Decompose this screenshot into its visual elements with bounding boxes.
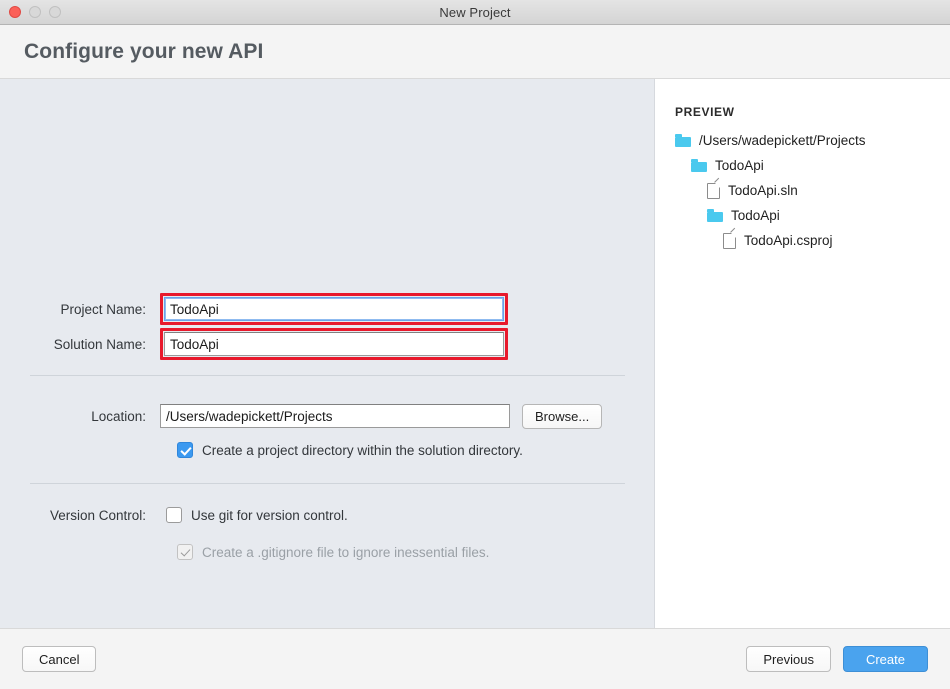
window-title: New Project: [439, 5, 510, 20]
previous-button[interactable]: Previous: [746, 646, 831, 672]
use-git-label: Use git for version control.: [191, 508, 348, 523]
dialog-footer: Cancel Previous Create: [0, 628, 950, 689]
tree-item-label: /Users/wadepickett/Projects: [699, 133, 866, 148]
location-row: Location: Browse...: [20, 401, 602, 431]
create-button[interactable]: Create: [843, 646, 928, 672]
tree-item-label: TodoApi.csproj: [744, 233, 833, 248]
window-titlebar: New Project: [0, 0, 950, 25]
create-project-directory-row[interactable]: Create a project directory within the so…: [177, 442, 523, 458]
close-window-button[interactable]: [9, 6, 21, 18]
form-divider-bottom: [30, 483, 625, 484]
tree-item-sln-file[interactable]: TodoApi.sln: [707, 178, 950, 203]
use-git-checkbox[interactable]: [166, 507, 182, 523]
footer-actions: Previous Create: [746, 646, 928, 672]
gitignore-row: Create a .gitignore file to ignore iness…: [177, 544, 489, 560]
solution-name-input[interactable]: [164, 332, 504, 356]
folder-icon: [675, 134, 691, 147]
configuration-pane: Project Name: Solution Name: Location: B…: [0, 79, 655, 628]
page-title: Configure your new API: [24, 40, 263, 64]
version-control-row: Version Control: Use git for version con…: [20, 507, 348, 523]
tree-item-solution-folder[interactable]: TodoApi: [691, 153, 950, 178]
browse-button[interactable]: Browse...: [522, 404, 602, 429]
form-divider-top: [30, 375, 625, 376]
location-label: Location:: [20, 409, 160, 424]
create-project-directory-label: Create a project directory within the so…: [202, 443, 523, 458]
project-name-label: Project Name:: [20, 302, 160, 317]
tree-item-csproj-file[interactable]: TodoApi.csproj: [723, 228, 950, 253]
folder-icon: [707, 209, 723, 222]
preview-title: PREVIEW: [675, 105, 950, 119]
file-icon: [707, 183, 720, 199]
minimize-window-button[interactable]: [29, 6, 41, 18]
tree-item-projects-root[interactable]: /Users/wadepickett/Projects: [675, 128, 950, 153]
folder-icon: [691, 159, 707, 172]
dialog-header: Configure your new API: [0, 25, 950, 79]
maximize-window-button[interactable]: [49, 6, 61, 18]
tree-item-project-folder[interactable]: TodoApi: [707, 203, 950, 228]
project-name-row: Project Name:: [20, 294, 508, 324]
tree-item-label: TodoApi.sln: [728, 183, 798, 198]
tree-item-label: TodoApi: [715, 158, 764, 173]
solution-name-row: Solution Name:: [20, 329, 508, 359]
project-name-annotation: [160, 293, 508, 325]
window-controls: [9, 0, 61, 24]
create-project-directory-checkbox[interactable]: [177, 442, 193, 458]
gitignore-label: Create a .gitignore file to ignore iness…: [202, 545, 489, 560]
file-icon: [723, 233, 736, 249]
cancel-button[interactable]: Cancel: [22, 646, 96, 672]
new-project-window: New Project Configure your new API Proje…: [0, 0, 950, 689]
gitignore-checkbox: [177, 544, 193, 560]
solution-name-annotation: [160, 328, 508, 360]
tree-item-label: TodoApi: [731, 208, 780, 223]
solution-name-label: Solution Name:: [20, 337, 160, 352]
preview-pane: PREVIEW /Users/wadepickett/Projects Todo…: [655, 79, 950, 628]
version-control-label: Version Control:: [20, 508, 160, 523]
project-name-input[interactable]: [164, 297, 504, 321]
location-input[interactable]: [160, 404, 510, 428]
dialog-body: Project Name: Solution Name: Location: B…: [0, 79, 950, 628]
